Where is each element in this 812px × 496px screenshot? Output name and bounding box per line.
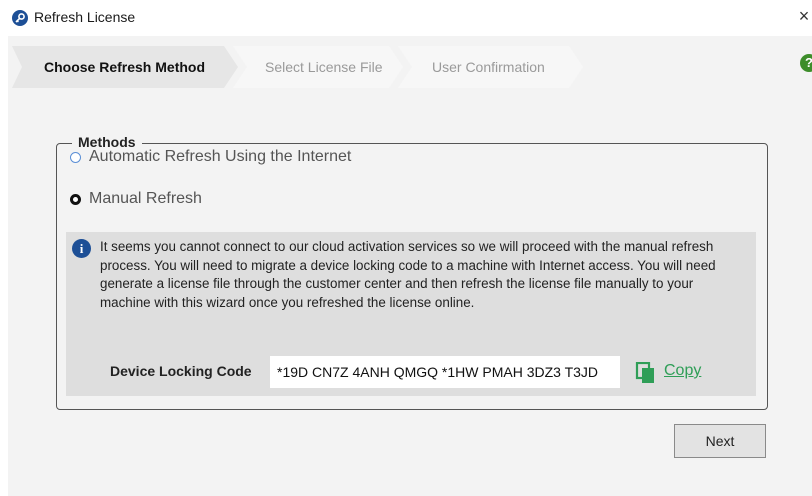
radio-label: Manual Refresh	[89, 190, 202, 207]
title-bar: Refresh License ×	[8, 0, 812, 36]
help-icon[interactable]: ?	[800, 54, 812, 72]
radio-manual-refresh[interactable]: Manual Refresh	[70, 190, 202, 208]
wizard-steps: Choose Refresh Method Select License Fil…	[12, 46, 602, 88]
radio-label: Automatic Refresh Using the Internet	[89, 148, 352, 165]
step-label: Select License File	[265, 59, 383, 75]
window-title: Refresh License	[34, 9, 136, 25]
close-icon[interactable]: ×	[796, 6, 812, 26]
next-button[interactable]: Next	[674, 424, 766, 458]
radio-button-selected[interactable]	[70, 193, 81, 205]
info-panel: i It seems you cannot connect to our clo…	[66, 232, 756, 396]
key-icon	[12, 10, 28, 26]
step-choose-refresh-method: Choose Refresh Method	[12, 46, 238, 88]
device-locking-code-field[interactable]: *19D CN7Z 4ANH QMGQ *1HW PMAH 3DZ3 T3JD	[270, 356, 620, 388]
info-message: It seems you cannot connect to our cloud…	[100, 239, 716, 310]
step-user-confirmation: User Confirmation	[398, 46, 583, 88]
info-icon: i	[72, 239, 91, 258]
copy-link[interactable]: Copy	[664, 362, 701, 380]
radio-button-unselected[interactable]	[70, 151, 81, 163]
copy-icon[interactable]	[635, 361, 657, 384]
step-label: User Confirmation	[432, 59, 545, 75]
device-locking-code-label: Device Locking Code	[110, 363, 252, 379]
step-label: Choose Refresh Method	[44, 59, 206, 75]
radio-automatic-refresh[interactable]: Automatic Refresh Using the Internet	[70, 148, 351, 166]
step-select-license-file: Select License File	[233, 46, 403, 88]
left-window-edge	[0, 0, 8, 496]
